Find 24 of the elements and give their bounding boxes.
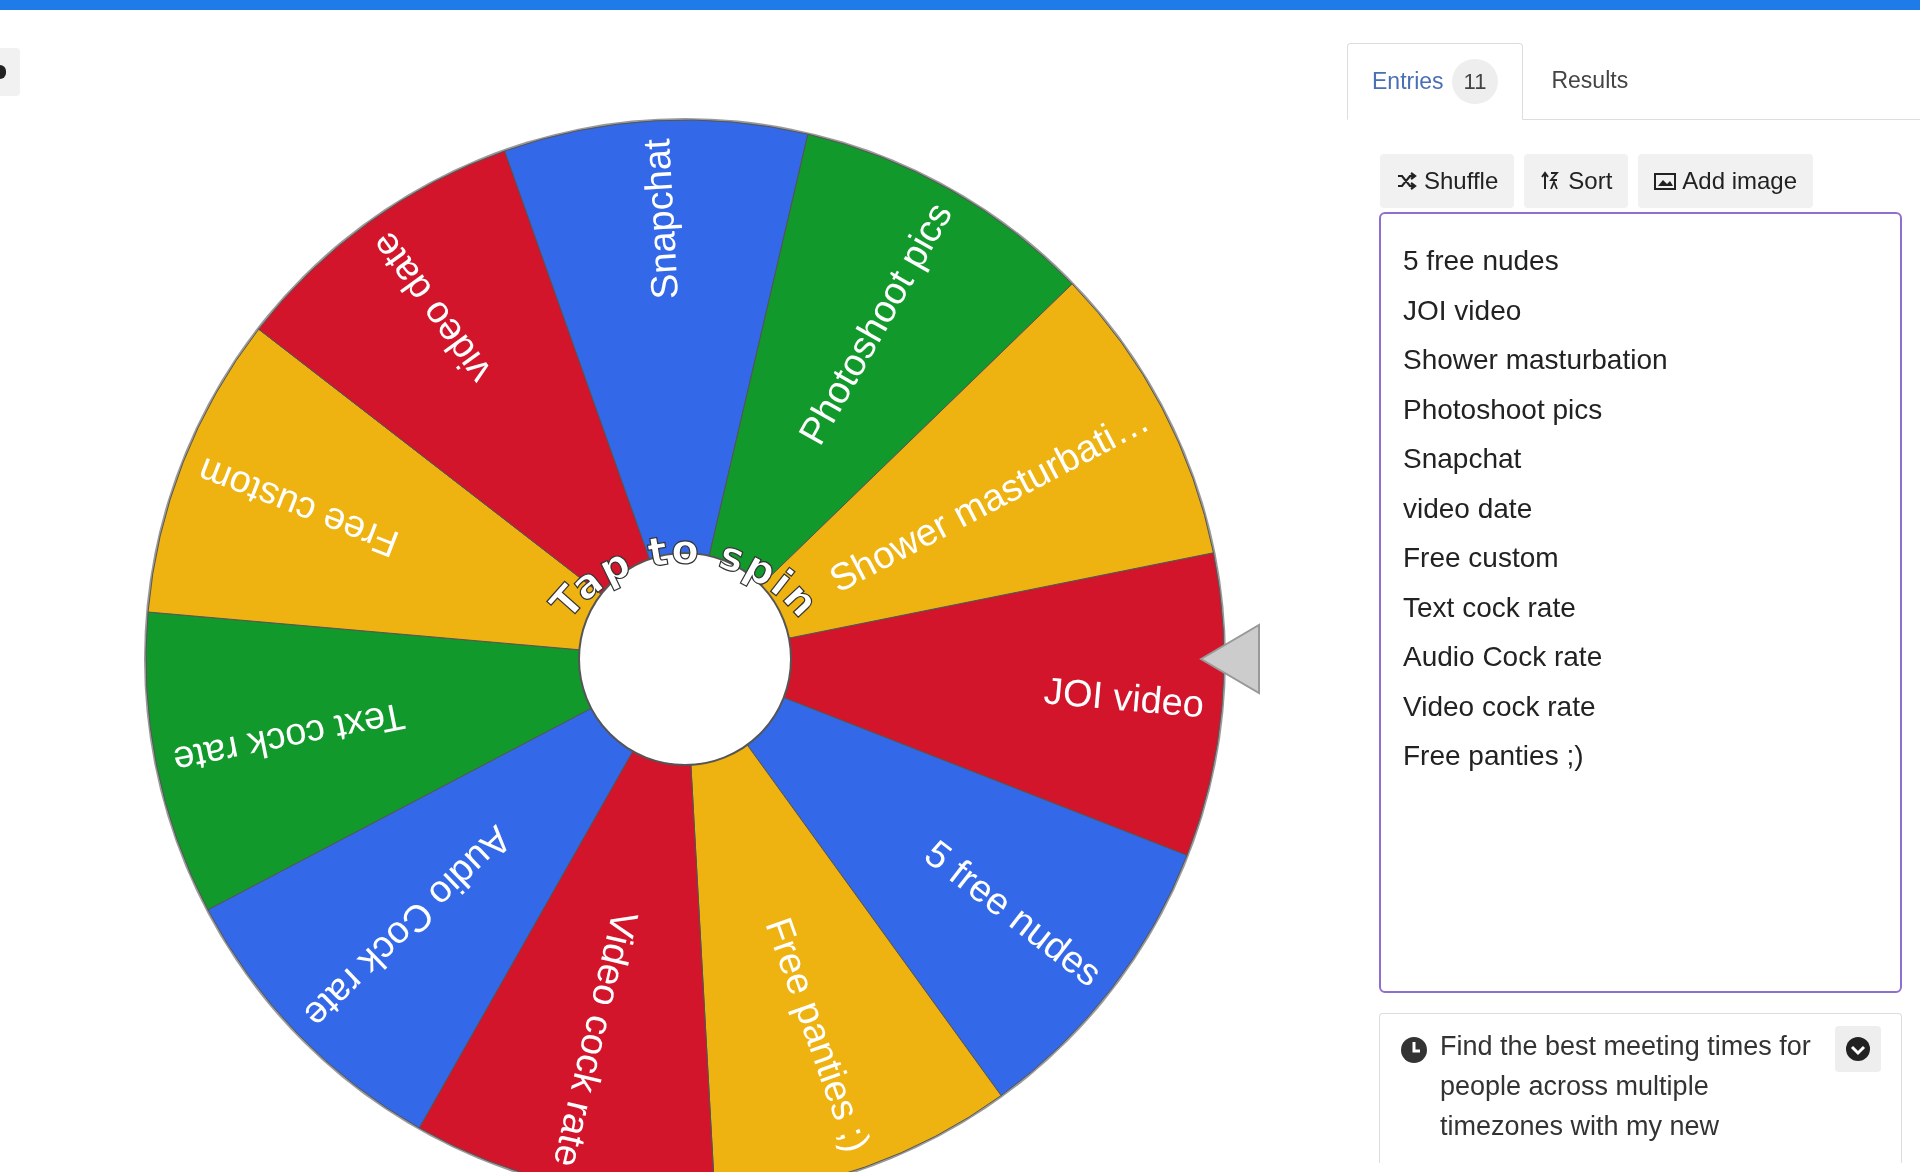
tab[interactable]: Entries 11 [1347, 43, 1524, 120]
entry-line: JOI video [1403, 293, 1523, 328]
segment-label: Snapchat [635, 137, 686, 301]
entry-line: video date [1403, 491, 1534, 526]
segment-label: JOI video [1042, 669, 1206, 726]
image-button[interactable]: Add image [1638, 154, 1814, 208]
segment-label: Text cock rate [170, 694, 409, 783]
entry-line: Free panties ;) [1403, 739, 1585, 773]
segment-label: Free custom [192, 449, 405, 566]
tab[interactable]: Results [1523, 42, 1657, 119]
entry-line: Video cock rate [1403, 689, 1597, 724]
sort-button[interactable]: Sort [1524, 154, 1629, 208]
entry-line: Free custom [1403, 541, 1560, 575]
entry-line: Audio Cock rate [1403, 640, 1604, 674]
promo-text: Find the best meeting times for people across multiple timezones with my new [1440, 1030, 1812, 1143]
segment-label: Video cock rate [545, 907, 647, 1172]
entry-line: Text cock rate [1403, 590, 1577, 625]
entry-line: Photoshoot pics [1403, 392, 1604, 427]
entry-line: Shower masturbation [1403, 343, 1669, 377]
entries-textarea[interactable]: 5 free nudes JOI video Shower masturbation Photoshoot pics Snapchat video date Free custom Text cock rate Audio Cock rate Video cock rate Free panties ;) [1379, 212, 1902, 993]
entry-line: 5 free nudes [1403, 244, 1560, 278]
shuffle-button[interactable]: Shuffle [1380, 154, 1515, 208]
entry-line: Snapchat [1403, 442, 1523, 476]
count-badge: 11 [1451, 59, 1499, 104]
